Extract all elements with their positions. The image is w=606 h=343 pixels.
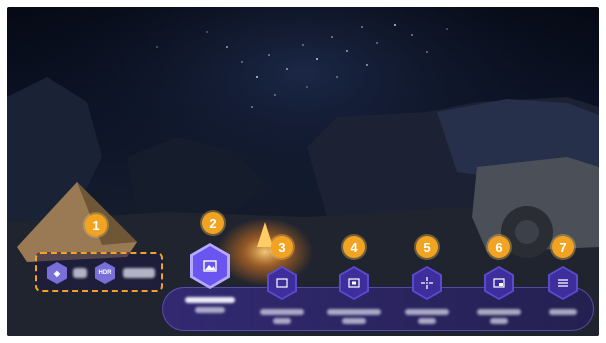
status-text-2 <box>123 268 155 278</box>
status-text-1 <box>73 268 87 278</box>
marker-2: 2 <box>202 212 224 234</box>
aspect-ratio-icon <box>276 278 288 288</box>
menu-label <box>549 309 577 315</box>
marker-7: 7 <box>552 236 574 258</box>
marker-4: 4 <box>343 236 365 258</box>
screen-fit-sublabel <box>342 318 366 324</box>
crosshair-icon <box>421 277 433 289</box>
hdr-badge: HDR <box>95 262 115 284</box>
marker-6: 6 <box>488 236 510 258</box>
marker-1: 1 <box>85 214 107 236</box>
picture-in-picture-icon <box>493 278 505 288</box>
picture-icon <box>203 260 217 272</box>
game-mode-icon: ◈ <box>47 262 67 284</box>
crosshair-sublabel <box>418 318 436 324</box>
marker-3: 3 <box>271 236 293 258</box>
crosshair-label <box>405 309 449 315</box>
pip-label <box>477 309 521 315</box>
picture-mode-sublabel <box>195 307 225 313</box>
screen-fit-label <box>327 309 381 315</box>
aspect-ratio-sublabel <box>273 318 291 324</box>
pip-sublabel <box>490 318 508 324</box>
marker-5: 5 <box>416 236 438 258</box>
status-info-panel: ◈ HDR <box>35 252 163 292</box>
menu-icon <box>558 279 568 287</box>
picture-mode-label <box>185 297 235 303</box>
screen-fit-icon <box>348 278 360 288</box>
game-screen: 1 ◈ HDR 2 3 4 5 6 7 <box>7 7 599 336</box>
aspect-ratio-label <box>260 309 304 315</box>
